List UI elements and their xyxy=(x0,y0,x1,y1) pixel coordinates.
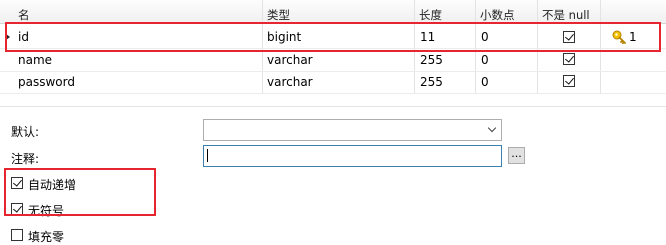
cell-length[interactable]: 255 xyxy=(420,71,443,93)
cell-type[interactable]: varchar xyxy=(267,49,313,71)
zerofill-checkbox[interactable] xyxy=(11,229,23,241)
highlight-box xyxy=(5,22,661,52)
default-dropdown[interactable] xyxy=(203,119,502,141)
cell-type[interactable]: varchar xyxy=(267,71,313,93)
default-label: 默认: xyxy=(11,125,40,139)
col-header-type[interactable]: 类型 xyxy=(267,0,290,23)
grid-header: 名 类型 长度 小数点 不是 null xyxy=(0,0,666,24)
col-header-length[interactable]: 长度 xyxy=(419,0,442,23)
text-caret xyxy=(207,149,208,162)
table-row[interactable]: name varchar 255 0 xyxy=(0,49,666,72)
highlight-box xyxy=(4,168,156,216)
col-header-decimals[interactable]: 小数点 xyxy=(480,0,515,23)
cell-name[interactable]: password xyxy=(18,71,75,93)
cell-length[interactable]: 255 xyxy=(420,49,443,71)
not-null-checkbox[interactable] xyxy=(563,75,575,87)
fields-grid: 名 类型 长度 小数点 不是 null id bigint 11 0 1 nam… xyxy=(0,0,666,106)
browse-button[interactable]: ... xyxy=(508,147,525,164)
check-icon xyxy=(565,75,574,85)
comment-input[interactable] xyxy=(203,145,502,167)
col-header-name[interactable]: 名 xyxy=(18,0,30,23)
zerofill-label[interactable]: 填充零 xyxy=(28,228,64,245)
cell-name[interactable]: name xyxy=(18,49,52,71)
not-null-checkbox[interactable] xyxy=(563,53,575,65)
table-row[interactable]: password varchar 255 0 xyxy=(0,71,666,94)
col-header-not-null[interactable]: 不是 null xyxy=(542,0,590,23)
check-icon xyxy=(565,53,574,63)
cell-decimals[interactable]: 0 xyxy=(481,71,489,93)
divider xyxy=(0,106,666,107)
comment-label: 注释: xyxy=(11,152,40,166)
chevron-down-icon[interactable] xyxy=(487,123,497,133)
cell-decimals[interactable]: 0 xyxy=(481,49,489,71)
